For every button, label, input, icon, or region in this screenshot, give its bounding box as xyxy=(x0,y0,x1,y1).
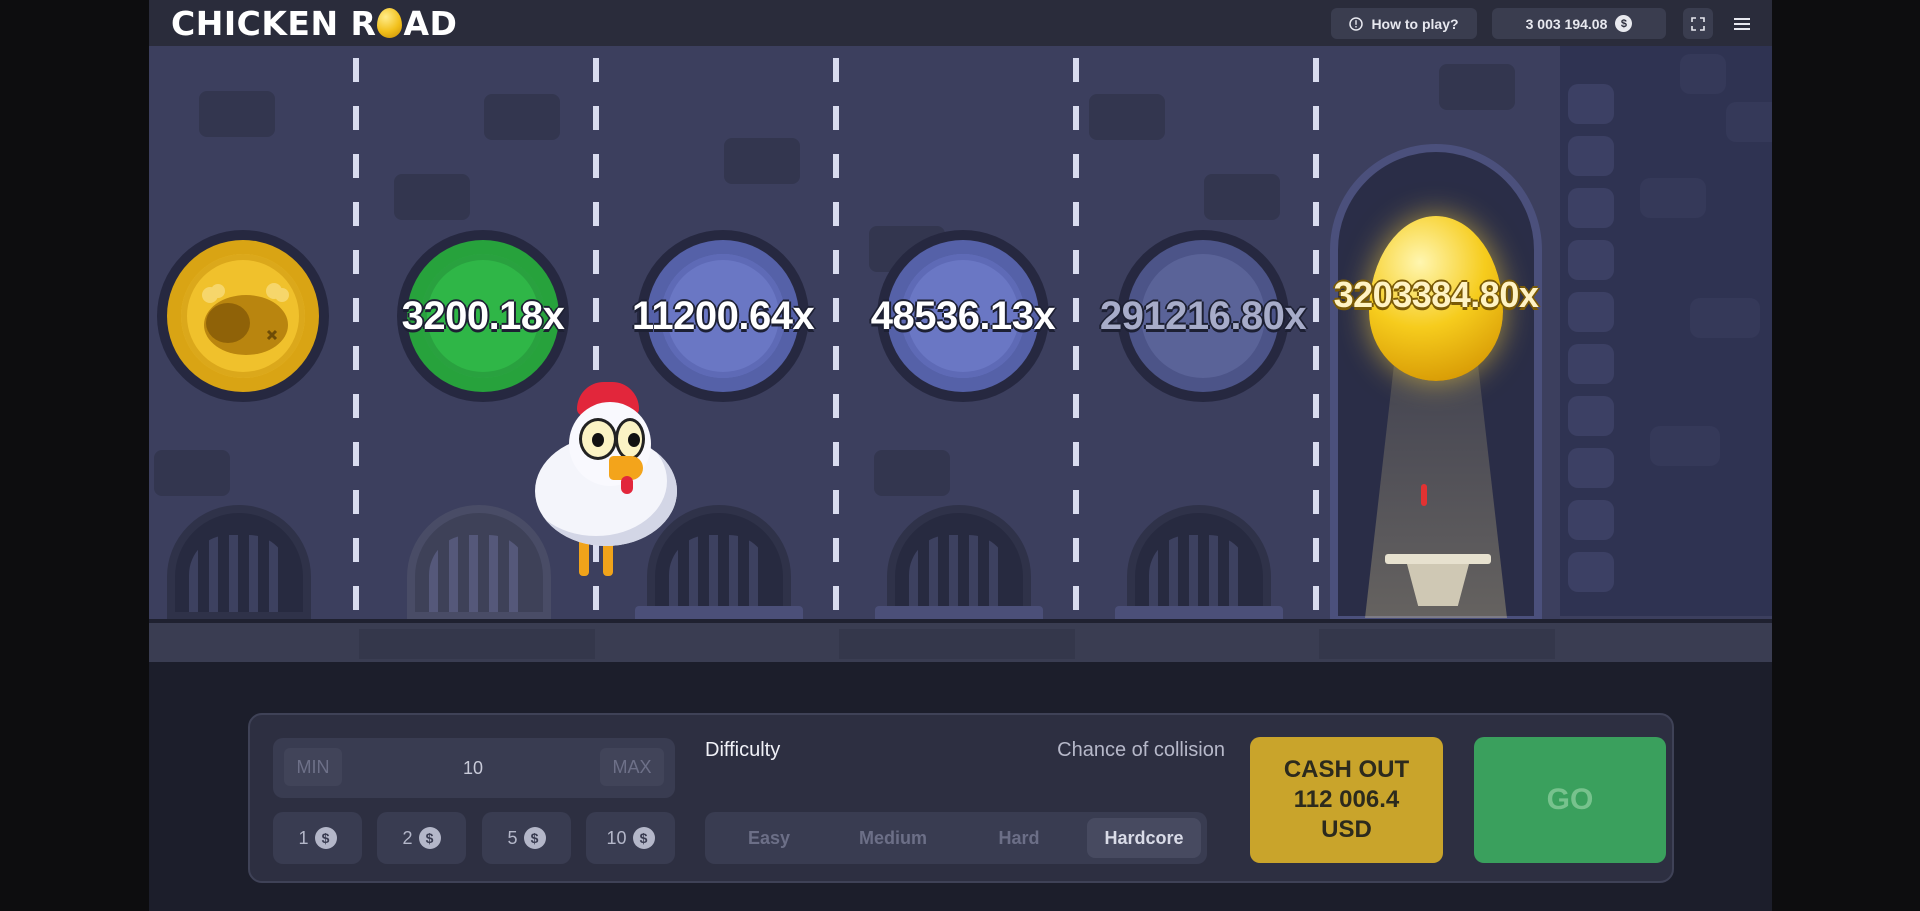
wall-brick xyxy=(394,174,470,220)
cash-out-currency: USD xyxy=(1321,816,1372,843)
lane-ledge xyxy=(635,606,803,620)
max-bet-button[interactable]: MAX xyxy=(600,748,664,786)
lane-ledge xyxy=(1115,606,1283,620)
multiplier-label: 3203384.80x xyxy=(1333,274,1539,315)
game-window: CHICKEN R AD How to play? 3 003 194.08 $ xyxy=(149,0,1772,911)
wall-brick xyxy=(1439,64,1515,110)
wall-brick xyxy=(484,94,560,140)
difficulty-label: Difficulty xyxy=(705,739,781,761)
cash-out-button[interactable]: CASH OUT 112 006.4 USD xyxy=(1250,737,1443,863)
quick-bet-2-button[interactable]: 2 $ xyxy=(377,812,466,864)
lane-coin-passed xyxy=(157,230,329,402)
lane-coin[interactable]: 11200.64x xyxy=(632,230,815,402)
fullscreen-icon xyxy=(1691,16,1705,31)
difficulty-hardcore-tab[interactable]: Hardcore xyxy=(1087,818,1201,858)
quick-bet-10-button[interactable]: 10 $ xyxy=(586,812,675,864)
bet-amount-input[interactable]: 10 xyxy=(423,738,523,798)
multiplier-label: 291216.80x xyxy=(1099,293,1307,338)
lane-divider xyxy=(1073,58,1079,616)
balance-display: 3 003 194.08 $ xyxy=(1492,8,1666,39)
multiplier-label: 11200.64x xyxy=(631,293,815,338)
road-floor xyxy=(149,619,1772,662)
top-bar: CHICKEN R AD How to play? 3 003 194.08 $ xyxy=(149,0,1772,46)
egg-pedestal xyxy=(1385,554,1491,606)
how-to-play-label: How to play? xyxy=(1371,15,1459,32)
lane-coin-current[interactable]: 3200.18x xyxy=(397,230,569,402)
dollar-coin-icon: $ xyxy=(314,827,337,849)
logo-text-right: AD xyxy=(403,3,458,43)
chicken-road-logo: CHICKEN R AD xyxy=(171,3,458,43)
sewer-grate xyxy=(887,505,1031,620)
difficulty-medium-tab[interactable]: Medium xyxy=(833,818,953,858)
quick-bet-1-button[interactable]: 1 $ xyxy=(273,812,362,864)
logo-egg-icon xyxy=(377,8,403,38)
collision-chance-label: Chance of collision xyxy=(1057,739,1225,761)
lane-divider xyxy=(833,58,839,616)
dollar-coin-icon: $ xyxy=(1615,15,1633,32)
wall-brick xyxy=(1089,94,1165,140)
go-button[interactable]: GO xyxy=(1474,737,1666,863)
wall-brick xyxy=(724,138,800,184)
quick-bet-label: 5 xyxy=(507,827,518,848)
quick-bet-5-button[interactable]: 5 $ xyxy=(482,812,571,864)
wall-brick xyxy=(154,450,230,496)
quick-bet-label: 2 xyxy=(402,827,413,848)
how-to-play-button[interactable]: How to play? xyxy=(1331,8,1477,39)
quick-bet-label: 10 xyxy=(606,827,627,848)
control-panel: MIN 10 MAX 1 $ 2 $ 5 $ 10 $ Difficulty C… xyxy=(248,713,1674,883)
sewer-grate xyxy=(1127,505,1271,620)
wall-brick xyxy=(1204,174,1280,220)
roast-chicken-icon xyxy=(202,283,289,355)
sewer-grate xyxy=(167,505,311,620)
chicken-character xyxy=(507,382,707,586)
stone-wall xyxy=(1560,46,1772,616)
lane-divider xyxy=(1313,58,1319,616)
cash-out-label: CASH OUT xyxy=(1283,756,1410,783)
spark xyxy=(1421,484,1427,506)
lane-ledge xyxy=(875,606,1043,620)
difficulty-easy-tab[interactable]: Easy xyxy=(711,818,827,858)
final-multiplier: 3203384.80x xyxy=(1319,274,1553,316)
game-scene: 3200.18x 11200.64x 48536.13x 291216.80x … xyxy=(149,46,1772,662)
difficulty-selector: Easy Medium Hard Hardcore xyxy=(705,812,1207,864)
difficulty-hard-tab[interactable]: Hard xyxy=(959,818,1079,858)
wall-brick xyxy=(199,91,275,137)
multiplier-label: 3200.18x xyxy=(401,293,565,338)
logo-text-left: CHICKEN R xyxy=(171,3,377,43)
lane-coin-locked: 291216.80x xyxy=(1100,230,1307,402)
multiplier-label: 48536.13x xyxy=(870,293,1056,338)
lane-divider xyxy=(353,58,359,616)
dollar-coin-icon: $ xyxy=(418,827,441,849)
balance-value: 3 003 194.08 xyxy=(1525,15,1608,32)
dollar-coin-icon: $ xyxy=(523,827,546,849)
bet-amount-field[interactable]: MIN 10 MAX xyxy=(273,738,675,798)
min-bet-button[interactable]: MIN xyxy=(284,748,342,786)
cash-out-amount: 112 006.4 xyxy=(1293,786,1400,813)
fullscreen-button[interactable] xyxy=(1683,8,1713,39)
hamburger-menu-icon xyxy=(1734,17,1750,30)
menu-button[interactable] xyxy=(1727,8,1757,39)
quick-bet-label: 1 xyxy=(298,827,309,848)
wall-brick xyxy=(874,450,950,496)
info-icon xyxy=(1349,16,1364,31)
dollar-coin-icon: $ xyxy=(632,827,655,849)
lane-coin[interactable]: 48536.13x xyxy=(871,230,1056,402)
